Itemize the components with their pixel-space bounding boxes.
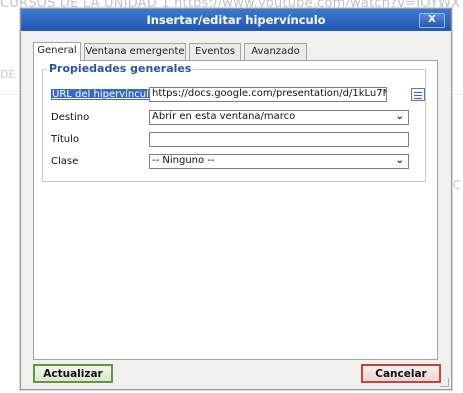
class-label: Clase [51,156,79,167]
tab-advanced[interactable]: Avanzado [244,43,307,60]
tab-panel-general: Propiedades generales URL del hipervíncu… [33,60,438,360]
url-input[interactable]: https://docs.google.com/presentation/d/1… [149,87,387,102]
target-selected-value: Abrir en esta ventana/marco [152,111,296,122]
chevron-down-icon: ⌄ [395,155,404,166]
title-input[interactable] [149,132,409,147]
close-button[interactable]: X [419,13,445,28]
title-label: Título [51,134,80,145]
tab-events[interactable]: Eventos [189,43,241,60]
background-fragment-left: DE [0,68,16,81]
class-select[interactable]: -- Ninguno -- ⌄ [149,154,409,169]
tab-general[interactable]: General [33,42,81,61]
browse-icon[interactable] [411,88,425,101]
dialog-titlebar[interactable]: Insertar/editar hipervínculo X [21,9,451,31]
target-select[interactable]: Abrir en esta ventana/marco ⌄ [149,110,409,125]
update-button[interactable]: Actualizar [33,364,113,383]
url-label: URL del hipervínculo [51,89,156,100]
target-label: Destino [51,112,90,123]
cancel-button[interactable]: Cancelar [361,364,441,383]
class-selected-value: -- Ninguno -- [152,155,215,166]
resize-grip-icon[interactable] [440,378,449,387]
tab-popup-window[interactable]: Ventana emergente [84,43,186,60]
close-icon: X [428,14,436,25]
background-fragment-right: C [452,178,461,192]
group-legend: Propiedades generales [47,62,194,75]
hyperlink-dialog: Insertar/editar hipervínculo X General V… [20,8,452,390]
chevron-down-icon: ⌄ [395,111,404,122]
general-properties-group: Propiedades generales URL del hipervíncu… [42,62,426,182]
dialog-title: Insertar/editar hipervínculo [146,13,326,27]
